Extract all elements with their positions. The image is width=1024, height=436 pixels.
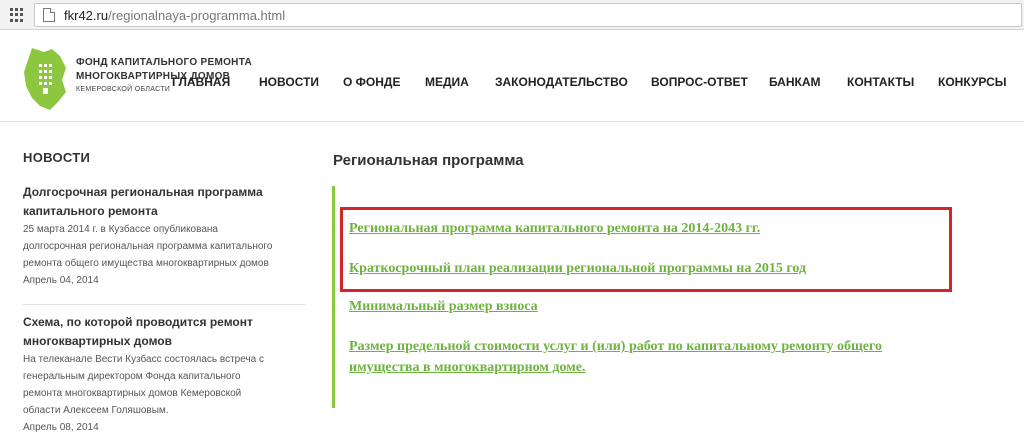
nav-item-banks[interactable]: БАНКАМ [769,75,821,89]
news-excerpt: 25 марта 2014 г. в Кузбассе опубликована [23,224,218,235]
nav-item-faq[interactable]: ВОПРОС-ОТВЕТ [651,75,748,89]
news-title-line: многоквартирных домов [23,334,172,348]
news-title-line: капитального ремонта [23,204,158,218]
news-excerpt: области Алексеем Голяшовым. [23,405,169,416]
brand-name-line1: ФОНД КАПИТАЛЬНОГО РЕМОНТА [76,57,252,68]
news-excerpt: На телеканале Вести Кузбасс состоялась в… [23,354,265,365]
nav-item-about[interactable]: О ФОНДЕ [343,75,400,89]
news-title[interactable]: Схема, по которой проводится ремонт мног… [23,313,305,351]
news-item: Схема, по которой проводится ремонт мног… [23,313,305,436]
brand-region: КЕМЕРОВСКОЙ ОБЛАСТИ [76,86,171,93]
nav-item-contacts[interactable]: КОНТАКТЫ [847,75,914,89]
link-max-cost-line2[interactable]: имущества в многоквартирном доме. [349,357,586,378]
nav-item-legislation[interactable]: ЗАКОНОДАТЕЛЬСТВО [495,75,628,89]
nav-item-tenders[interactable]: КОНКУРСЫ [938,75,1007,89]
news-title-line: Схема, по которой проводится ремонт [23,315,253,329]
news-date: Апрель 04, 2014 [23,275,99,286]
page-icon [43,8,55,22]
url-field[interactable]: fkr42.ru/regionalnaya-programma.html [34,3,1022,27]
browser-address-bar: fkr42.ru/regionalnaya-programma.html [0,0,1024,30]
news-date: Апрель 08, 2014 [23,422,99,433]
url-path: /regionalnaya-programma.html [108,8,286,23]
content-accent-border [332,186,335,408]
sidebar-title: НОВОСТИ [23,150,91,165]
kuzbass-map-logo-icon[interactable] [22,46,68,112]
news-title[interactable]: Долгосрочная региональная программа капи… [23,183,305,221]
link-max-cost-line1[interactable]: Размер предельной стоимости услуг и (или… [349,336,882,357]
page-title: Региональная программа [333,152,524,169]
link-minimum-contribution[interactable]: Минимальный размер взноса [349,296,538,317]
highlight-annotation-box [340,207,952,292]
url-domain: fkr42.ru [64,8,109,23]
url-text[interactable]: fkr42.ru/regionalnaya-programma.html [64,8,285,23]
header-divider [0,121,1024,122]
nav-item-media[interactable]: МЕДИА [425,75,469,89]
news-excerpt: долгосрочная региональная программа капи… [23,241,273,252]
nav-item-home[interactable]: ГЛАВНАЯ [172,75,230,89]
news-divider [23,304,305,305]
news-item: Долгосрочная региональная программа капи… [23,183,305,289]
nav-item-news[interactable]: НОВОСТИ [259,75,319,89]
news-title-line: Долгосрочная региональная программа [23,185,263,199]
apps-grid-icon[interactable] [10,8,24,22]
news-excerpt: ремонта общего имущества многоквартирных… [23,258,269,269]
news-excerpt: генеральным директором Фонда капитальног… [23,371,241,382]
news-excerpt: ремонта многоквартирных домов Кемеровско… [23,388,242,399]
